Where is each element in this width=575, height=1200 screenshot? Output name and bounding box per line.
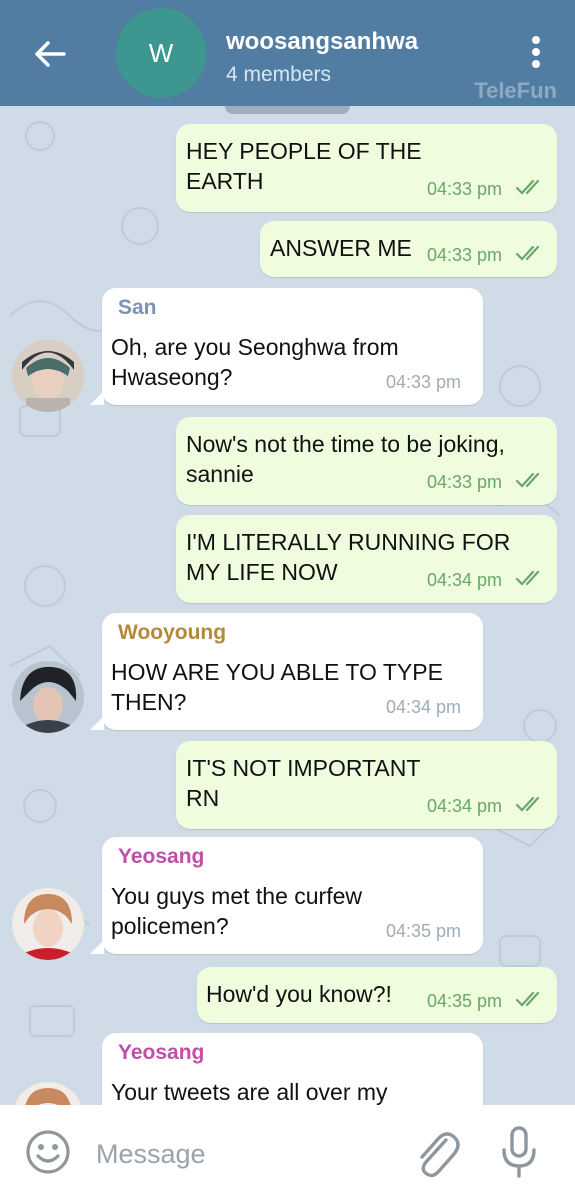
sender-name: Yeosang bbox=[118, 845, 205, 868]
message-line: RN bbox=[186, 785, 220, 811]
bubble-tail bbox=[90, 716, 104, 730]
watermark: TeleFun bbox=[474, 78, 557, 103]
message-line: You guys met the curfew bbox=[111, 883, 363, 909]
message-incoming[interactable]: San Oh, are you Seonghwa from Hwaseong? … bbox=[90, 288, 483, 405]
sender-name: Yeosang bbox=[118, 1041, 205, 1064]
message-text: IT'S NOT IMPORTANT RN bbox=[186, 753, 420, 813]
date-pill bbox=[225, 106, 350, 114]
message-line: ANSWER ME bbox=[270, 235, 412, 261]
chat-header: W woosangsanhwa 4 members TeleFun bbox=[0, 0, 575, 106]
avatar-photo bbox=[12, 888, 84, 960]
message-outgoing[interactable]: ANSWER ME 04:33 pm bbox=[260, 221, 557, 277]
message-incoming[interactable]: Wooyoung HOW ARE YOU ABLE TO TYPE THEN? … bbox=[90, 613, 483, 730]
message-time: 04:33 pm bbox=[427, 245, 503, 265]
double-check-icon bbox=[515, 245, 540, 261]
sender-name: San bbox=[118, 296, 157, 319]
message-text: Your tweets are all over my bbox=[111, 1077, 388, 1105]
message-outgoing[interactable]: Now's not the time to be joking, sannie … bbox=[176, 417, 557, 505]
message-text: How'd you know?! bbox=[206, 979, 392, 1009]
message-text: Oh, are you Seonghwa from Hwaseong? bbox=[111, 332, 399, 392]
message-line: Oh, are you Seonghwa from bbox=[111, 334, 399, 360]
user-avatar[interactable] bbox=[12, 888, 84, 960]
emoji-icon[interactable] bbox=[24, 1128, 72, 1176]
message-incoming[interactable]: Yeosang You guys met the curfew policeme… bbox=[90, 837, 483, 954]
message-line: Now's not the time to be joking, bbox=[186, 431, 505, 457]
attach-icon[interactable] bbox=[410, 1126, 460, 1180]
message-time: 04:33 pm bbox=[427, 179, 503, 199]
message-line: policemen? bbox=[111, 913, 229, 939]
user-avatar[interactable] bbox=[12, 661, 84, 733]
message-line: EARTH bbox=[186, 168, 264, 194]
avatar-photo bbox=[12, 661, 84, 733]
mic-icon[interactable] bbox=[498, 1126, 540, 1178]
double-check-icon bbox=[515, 991, 540, 1007]
double-check-icon bbox=[515, 179, 540, 195]
message-input-bar bbox=[0, 1105, 575, 1200]
message-line: HOW ARE YOU ABLE TO TYPE bbox=[111, 659, 443, 685]
message-time: 04:34 pm bbox=[386, 697, 462, 717]
message-line: IT'S NOT IMPORTANT bbox=[186, 755, 421, 781]
message-time: 04:33 pm bbox=[386, 372, 462, 392]
message-line: Hwaseong? bbox=[111, 364, 233, 390]
message-time: 04:34 pm bbox=[427, 796, 503, 816]
message-text: HEY PEOPLE OF THE EARTH bbox=[186, 136, 422, 196]
message-incoming[interactable]: Yeosang Your tweets are all over my bbox=[102, 1033, 483, 1105]
back-arrow-icon[interactable] bbox=[30, 34, 70, 74]
message-line: Your tweets are all over my bbox=[111, 1079, 388, 1105]
message-time: 04:33 pm bbox=[427, 472, 503, 492]
message-outgoing[interactable]: How'd you know?! 04:35 pm bbox=[197, 967, 557, 1023]
message-time: 04:34 pm bbox=[427, 570, 503, 590]
message-outgoing[interactable]: HEY PEOPLE OF THE EARTH 04:33 pm bbox=[176, 124, 557, 212]
more-vert-icon[interactable] bbox=[524, 36, 548, 70]
bubble-tail bbox=[90, 940, 104, 954]
message-time: 04:35 pm bbox=[386, 921, 462, 941]
message-outgoing[interactable]: IT'S NOT IMPORTANT RN 04:34 pm bbox=[176, 741, 557, 829]
message-line: HEY PEOPLE OF THE bbox=[186, 138, 422, 164]
message-outgoing[interactable]: I'M LITERALLY RUNNING FOR MY LIFE NOW 04… bbox=[176, 515, 557, 603]
double-check-icon bbox=[515, 796, 540, 812]
message-text: You guys met the curfew policemen? bbox=[111, 881, 362, 941]
double-check-icon bbox=[515, 472, 540, 488]
message-time: 04:35 pm bbox=[427, 991, 503, 1011]
message-text: ANSWER ME bbox=[270, 233, 412, 263]
avatar-photo bbox=[12, 340, 84, 412]
message-input[interactable]: Message bbox=[96, 1139, 206, 1170]
user-avatar[interactable] bbox=[12, 340, 84, 412]
group-avatar[interactable]: W bbox=[116, 8, 206, 98]
member-count: 4 members bbox=[226, 63, 332, 86]
message-line: I'M LITERALLY RUNNING FOR bbox=[186, 529, 511, 555]
group-title[interactable]: woosangsanhwa bbox=[226, 28, 418, 56]
double-check-icon bbox=[515, 570, 540, 586]
bubble-tail bbox=[90, 391, 104, 405]
message-list[interactable]: HEY PEOPLE OF THE EARTH 04:33 pm ANSWER … bbox=[0, 106, 575, 1105]
group-avatar-letter: W bbox=[148, 37, 174, 68]
sender-name: Wooyoung bbox=[118, 621, 227, 644]
message-line: How'd you know?! bbox=[206, 981, 392, 1007]
